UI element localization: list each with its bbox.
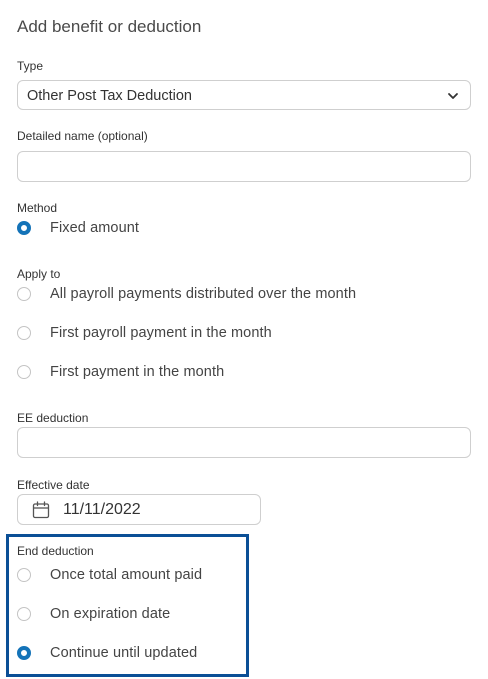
radio-label: All payroll payments distributed over th… [50, 286, 357, 302]
radio-button[interactable] [17, 326, 31, 340]
radio-button[interactable] [17, 287, 31, 301]
radio-label: Once total amount paid [50, 567, 203, 583]
chevron-down-icon [448, 93, 458, 99]
apply-to-option-all-payroll[interactable]: All payroll payments distributed over th… [17, 283, 356, 305]
apply-to-label: Apply to [17, 267, 61, 281]
apply-to-option-first-payroll[interactable]: First payroll payment in the month [17, 322, 272, 344]
method-option-fixed-amount[interactable]: Fixed amount [17, 217, 139, 239]
radio-button[interactable] [17, 568, 31, 582]
end-deduction-option-expiration-date[interactable]: On expiration date [17, 603, 170, 625]
ee-deduction-label: EE deduction [17, 411, 89, 425]
type-select[interactable]: Other Post Tax Deduction [17, 80, 471, 110]
type-label: Type [17, 59, 44, 73]
detailed-name-input[interactable] [17, 151, 471, 182]
apply-to-option-first-payment[interactable]: First payment in the month [17, 361, 224, 383]
effective-date-input[interactable]: 11/11/2022 [17, 494, 261, 525]
method-label: Method [17, 201, 58, 215]
radio-button[interactable] [17, 607, 31, 621]
type-select-value: Other Post Tax Deduction [27, 88, 192, 104]
radio-button-checked[interactable] [17, 646, 31, 660]
radio-label: Continue until updated [50, 645, 198, 661]
form-title: Add benefit or deduction [17, 17, 202, 36]
ee-deduction-input[interactable] [17, 427, 471, 458]
radio-label: First payroll payment in the month [50, 325, 272, 341]
radio-label: On expiration date [50, 606, 171, 622]
radio-label: First payment in the month [50, 364, 225, 380]
calendar-icon[interactable] [32, 501, 50, 519]
radio-button-checked[interactable] [17, 221, 31, 235]
end-deduction-option-once-total-paid[interactable]: Once total amount paid [17, 564, 202, 586]
radio-label: Fixed amount [50, 220, 140, 236]
effective-date-value: 11/11/2022 [63, 501, 141, 518]
detailed-name-label: Detailed name (optional) [17, 129, 148, 143]
radio-button[interactable] [17, 365, 31, 379]
end-deduction-option-continue-until-updated[interactable]: Continue until updated [17, 642, 197, 664]
effective-date-label: Effective date [17, 478, 90, 492]
end-deduction-label: End deduction [17, 544, 94, 558]
